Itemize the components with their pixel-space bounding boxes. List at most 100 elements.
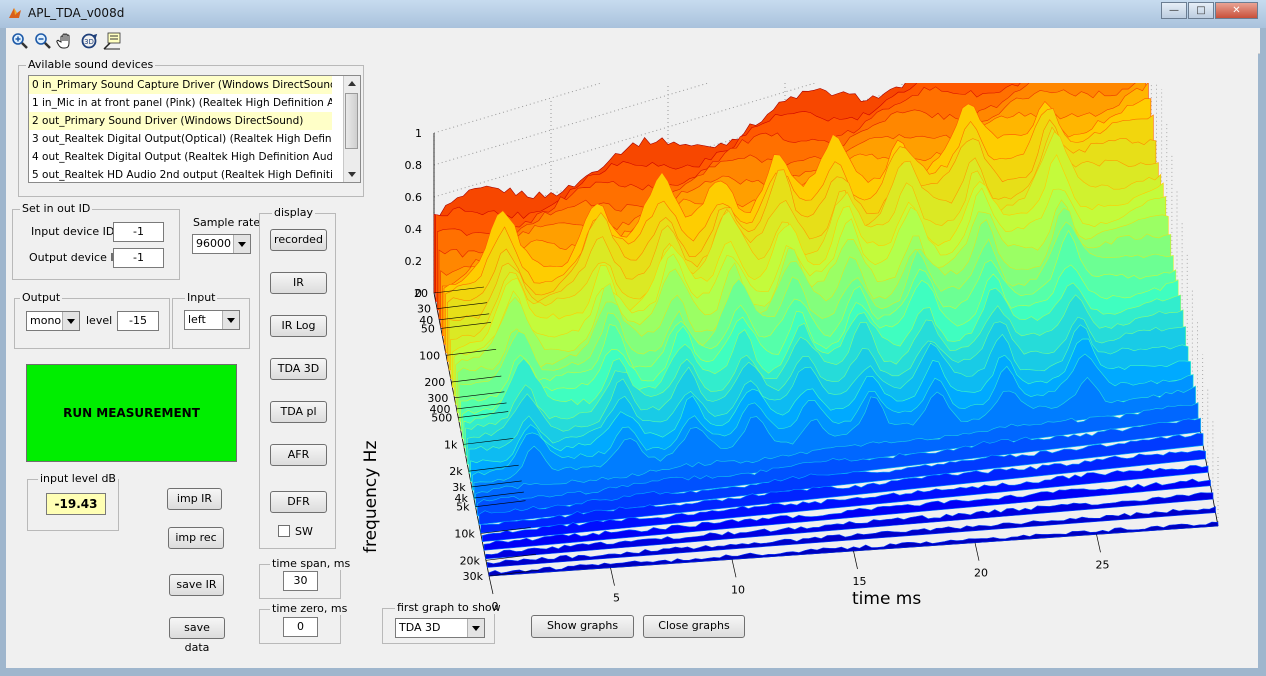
z-tick-label: 0.6 [405, 191, 423, 204]
input-channel-value: left [188, 313, 206, 326]
frequency-axis-label: frequency Hz [361, 441, 381, 553]
device-item-2[interactable]: 2 out_Primary Sound Driver (Windows Dire… [29, 112, 332, 130]
inout-legend: Set in out ID [20, 202, 93, 215]
z-tick-label: 0.4 [405, 223, 423, 236]
display-afr-button[interactable]: AFR [270, 444, 327, 466]
freq-tick-label: 100 [419, 349, 440, 362]
imp-ir-button[interactable]: imp IR [167, 488, 222, 510]
sw-checkbox[interactable] [278, 525, 290, 537]
save-data-button[interactable]: save data [169, 617, 225, 654]
freq-tick-label: 20k [460, 554, 481, 567]
run-measurement-button[interactable]: RUN MEASUREMENT [26, 364, 237, 462]
freq-tick-label: 200 [424, 376, 445, 389]
chevron-down-icon [62, 312, 79, 330]
input-legend: Input [185, 291, 218, 304]
pan-hand-icon[interactable] [56, 31, 76, 51]
zoom-in-icon[interactable] [10, 31, 30, 51]
display-dfr-button[interactable]: DFR [270, 491, 327, 513]
device-item-5[interactable]: 5 out_Realtek HD Audio 2nd output (Realt… [29, 166, 332, 182]
save-ir-button[interactable]: save IR [169, 574, 224, 596]
scroll-down-icon[interactable] [348, 172, 356, 177]
inout-panel: Set in out ID [12, 202, 180, 280]
input-channel-select[interactable]: left [184, 310, 240, 330]
figure-client-area: Avilable sound devices 0 in_Primary Soun… [6, 53, 1258, 668]
time-span-field[interactable]: 30 [283, 571, 318, 591]
close-icon[interactable]: ✕ [1215, 2, 1258, 19]
time-tick-label: 25 [1096, 558, 1110, 571]
freq-tick-label: 50 [421, 322, 435, 335]
app-window: APL_TDA_v008d — □ ✕ 3D Avilable sound de… [0, 0, 1266, 676]
time-axis-label: time ms [852, 589, 921, 609]
time-span-legend: time span, ms [270, 557, 353, 570]
title-bar: APL_TDA_v008d — □ ✕ [0, 0, 1266, 28]
time-tick-label: 20 [974, 567, 988, 580]
figure-toolbar: 3D [6, 28, 1260, 54]
time-tick [974, 542, 980, 561]
display-legend: display [272, 206, 316, 219]
chevron-down-icon [222, 311, 239, 329]
sw-label: SW [295, 525, 313, 538]
device-item-4[interactable]: 4 out_Realtek Digital Output (Realtek Hi… [29, 148, 332, 166]
window-controls: — □ ✕ [1161, 2, 1258, 19]
time-tick-label: 15 [853, 575, 867, 588]
input-device-label: Input device ID [31, 225, 115, 238]
time-tick [610, 567, 615, 586]
level-label: level [86, 314, 113, 327]
devices-legend: Avilable sound devices [26, 58, 156, 71]
time-tick [488, 575, 494, 595]
z-tick-label: 0.2 [405, 255, 423, 268]
display-tda-3d-button[interactable]: TDA 3D [270, 358, 327, 380]
matlab-logo-icon [9, 8, 21, 18]
freq-tick-label: 30k [463, 570, 484, 583]
time-zero-field[interactable]: 0 [283, 617, 318, 637]
zoom-out-icon[interactable] [33, 31, 53, 51]
output-level-field[interactable]: -15 [117, 311, 159, 331]
chevron-down-icon [233, 235, 250, 253]
time-zero-legend: time zero, ms [270, 602, 350, 615]
device-item-1[interactable]: 1 in_Mic in at front panel (Pink) (Realt… [29, 94, 332, 112]
output-mode-value: mono [30, 314, 62, 327]
display-tda-pl-button[interactable]: TDA pl [270, 401, 327, 423]
sample-rate-value: 96000 [196, 237, 231, 250]
time-tick-label: 5 [613, 592, 620, 605]
time-tick [731, 559, 737, 578]
display-ir-log-button[interactable]: IR Log [270, 315, 327, 337]
input-level-legend: input level dB [38, 472, 118, 485]
input-device-field[interactable]: -1 [113, 222, 164, 242]
display-recorded-button[interactable]: recorded [270, 229, 327, 251]
response-surface [433, 83, 1219, 577]
freq-tick-label: 20 [414, 287, 428, 300]
time-tick [853, 550, 858, 570]
devices-listbox[interactable]: 0 in_Primary Sound Capture Driver (Windo… [28, 75, 361, 183]
sample-rate-select[interactable]: 96000 [192, 234, 251, 254]
time-tick-label: 0 [492, 600, 499, 613]
display-ir-button[interactable]: IR [270, 272, 327, 294]
data-cursor-icon[interactable] [102, 31, 122, 51]
minimize-icon[interactable]: — [1161, 2, 1187, 19]
window-title: APL_TDA_v008d [28, 6, 125, 20]
time-tick [1096, 534, 1101, 553]
time-tick-label: 10 [731, 583, 745, 596]
output-device-label: Output device ID [29, 251, 123, 264]
z-tick-label: 1 [415, 127, 422, 140]
z-axis-ticks: 00.20.40.60.81 [405, 127, 423, 300]
freq-tick-label: 1k [444, 438, 458, 451]
device-item-0[interactable]: 0 in_Primary Sound Capture Driver (Windo… [29, 76, 332, 94]
z-tick-label: 0.8 [405, 159, 423, 172]
scroll-up-icon[interactable] [348, 81, 356, 86]
device-item-3[interactable]: 3 out_Realtek Digital Output(Optical) (R… [29, 130, 332, 148]
freq-tick-label: 5k [456, 501, 470, 514]
tda-3d-plot[interactable]: 00.20.40.60.81 203040501002003004005001k… [356, 83, 1256, 623]
imp-rec-button[interactable]: imp rec [168, 527, 224, 549]
freq-tick-label: 10k [454, 527, 475, 540]
output-legend: Output [20, 291, 63, 304]
output-mode-select[interactable]: mono [26, 311, 80, 331]
maximize-icon[interactable]: □ [1188, 2, 1214, 19]
sample-rate-label: Sample rate [193, 216, 261, 229]
rotate-3d-icon[interactable]: 3D [79, 31, 99, 51]
output-device-field[interactable]: -1 [113, 248, 164, 268]
freq-tick-label: 500 [431, 412, 452, 425]
svg-text:3D: 3D [84, 38, 94, 46]
input-level-display: -19.43 [46, 493, 106, 515]
freq-tick-label: 2k [449, 465, 463, 478]
